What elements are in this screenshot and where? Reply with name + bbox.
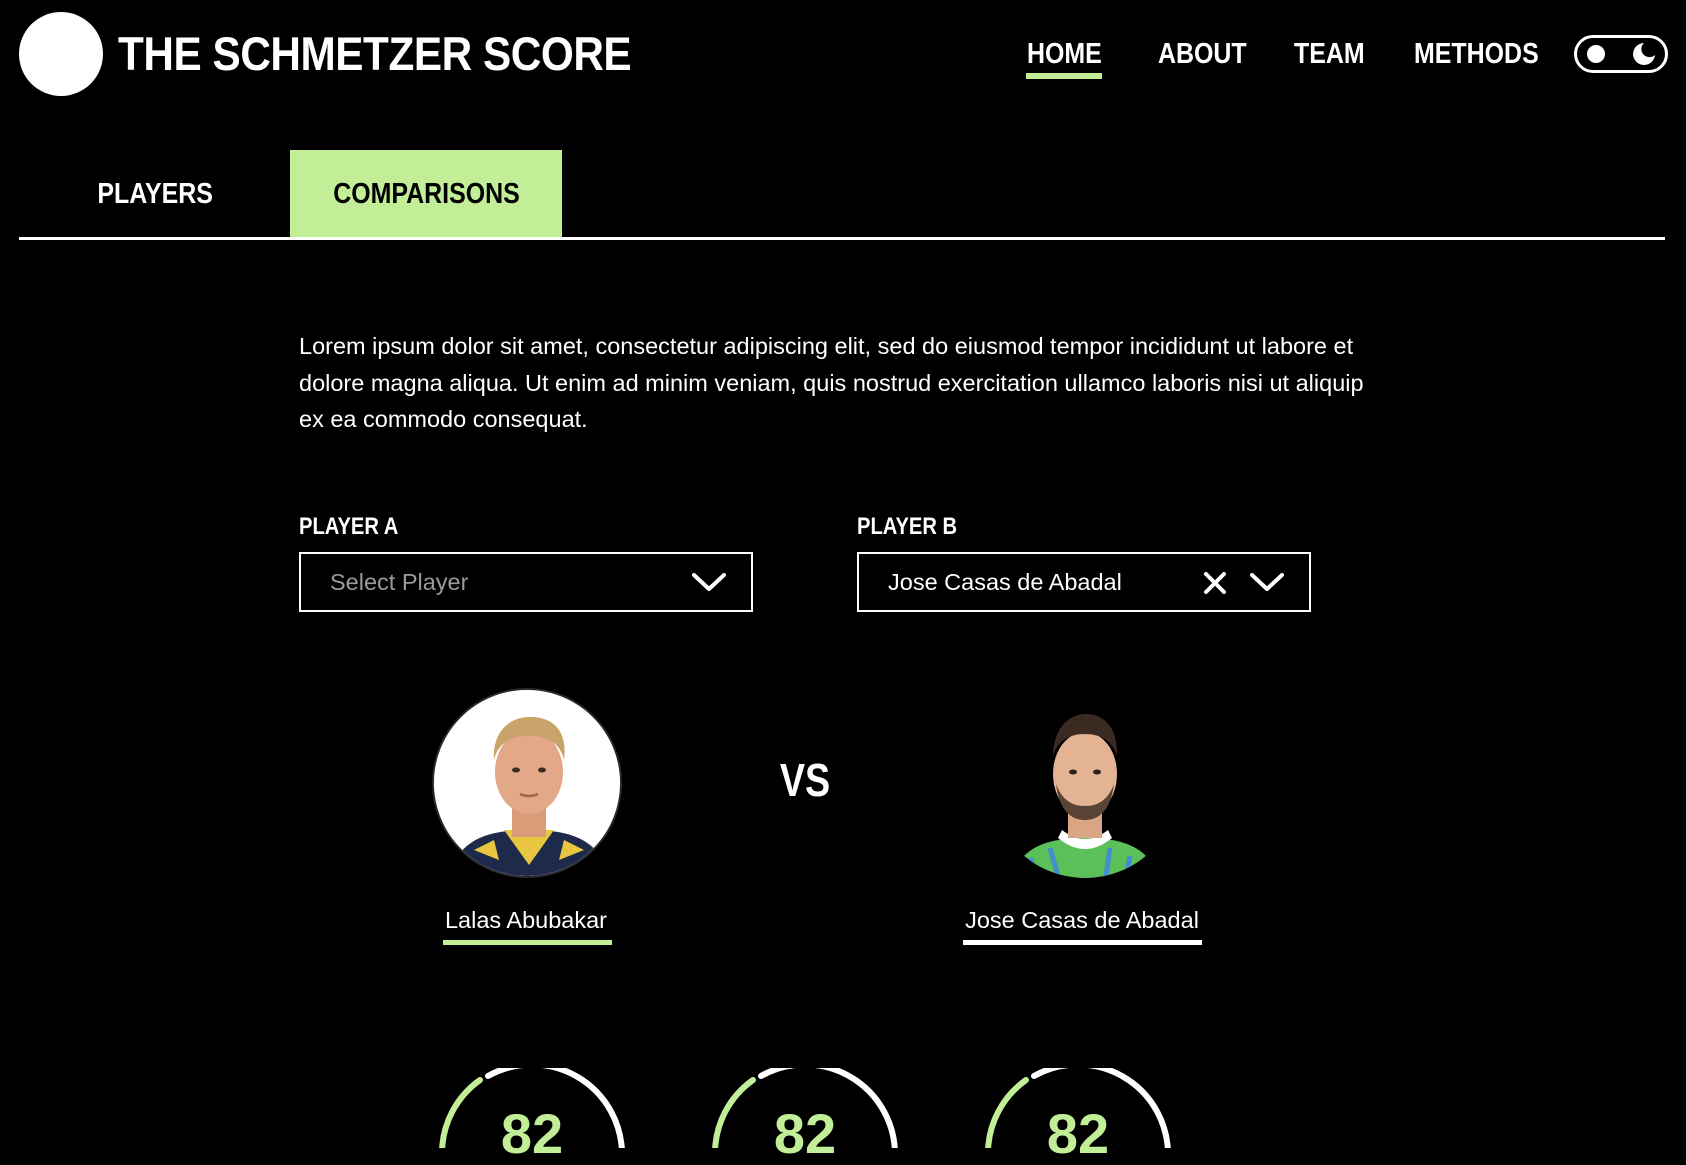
- player-b-photo: [990, 688, 1180, 878]
- chevron-down-icon[interactable]: [1249, 571, 1285, 593]
- nav-active-indicator: [1026, 73, 1102, 79]
- moon-icon: [1633, 43, 1655, 65]
- player-b-avatar: [990, 688, 1180, 878]
- theme-toggle[interactable]: [1574, 35, 1668, 73]
- intro-text: Lorem ipsum dolor sit amet, consectetur …: [299, 333, 1364, 432]
- toggle-knob: [1587, 45, 1605, 63]
- logo[interactable]: [19, 12, 103, 96]
- tab-comparisons-label: COMPARISONS: [332, 178, 520, 210]
- vs-label: VS: [779, 754, 831, 806]
- player-b-underline: [963, 940, 1202, 945]
- player-b-name[interactable]: Jose Casas de Abadal: [960, 904, 1204, 936]
- score-value: 82: [500, 1102, 564, 1165]
- player-a-avatar: [432, 688, 622, 878]
- player-b-select[interactable]: Jose Casas de Abadal: [857, 552, 1311, 612]
- player-a-underline: [443, 940, 612, 945]
- score-value: 82: [1046, 1102, 1110, 1165]
- player-a-photo: [434, 690, 620, 876]
- score-gauge: 82: [705, 1068, 905, 1164]
- nav-about[interactable]: ABOUT: [1158, 34, 1247, 82]
- player-b-value: Jose Casas de Abadal: [888, 569, 1122, 595]
- chevron-down-icon[interactable]: [691, 571, 727, 593]
- tab-players-label: PLAYERS: [97, 178, 213, 210]
- player-a-placeholder: Select Player: [330, 569, 469, 595]
- nav-methods[interactable]: METHODS: [1414, 34, 1539, 82]
- tab-divider: [19, 237, 1665, 240]
- nav-team[interactable]: TEAM: [1294, 34, 1365, 82]
- player-b-label: PLAYER B: [857, 513, 958, 540]
- clear-icon[interactable]: [1202, 570, 1228, 596]
- player-a-name[interactable]: Lalas Abubakar: [433, 904, 619, 936]
- score-gauge: 82: [432, 1068, 632, 1164]
- score-value: 82: [773, 1102, 837, 1165]
- tab-comparisons[interactable]: COMPARISONS: [290, 150, 562, 238]
- player-a-label: PLAYER A: [299, 513, 399, 540]
- player-a-select[interactable]: Select Player: [299, 552, 753, 612]
- score-gauge: 82: [978, 1068, 1178, 1164]
- site-title[interactable]: THE SCHMETZER SCORE: [118, 24, 632, 84]
- tab-players[interactable]: PLAYERS: [20, 150, 290, 238]
